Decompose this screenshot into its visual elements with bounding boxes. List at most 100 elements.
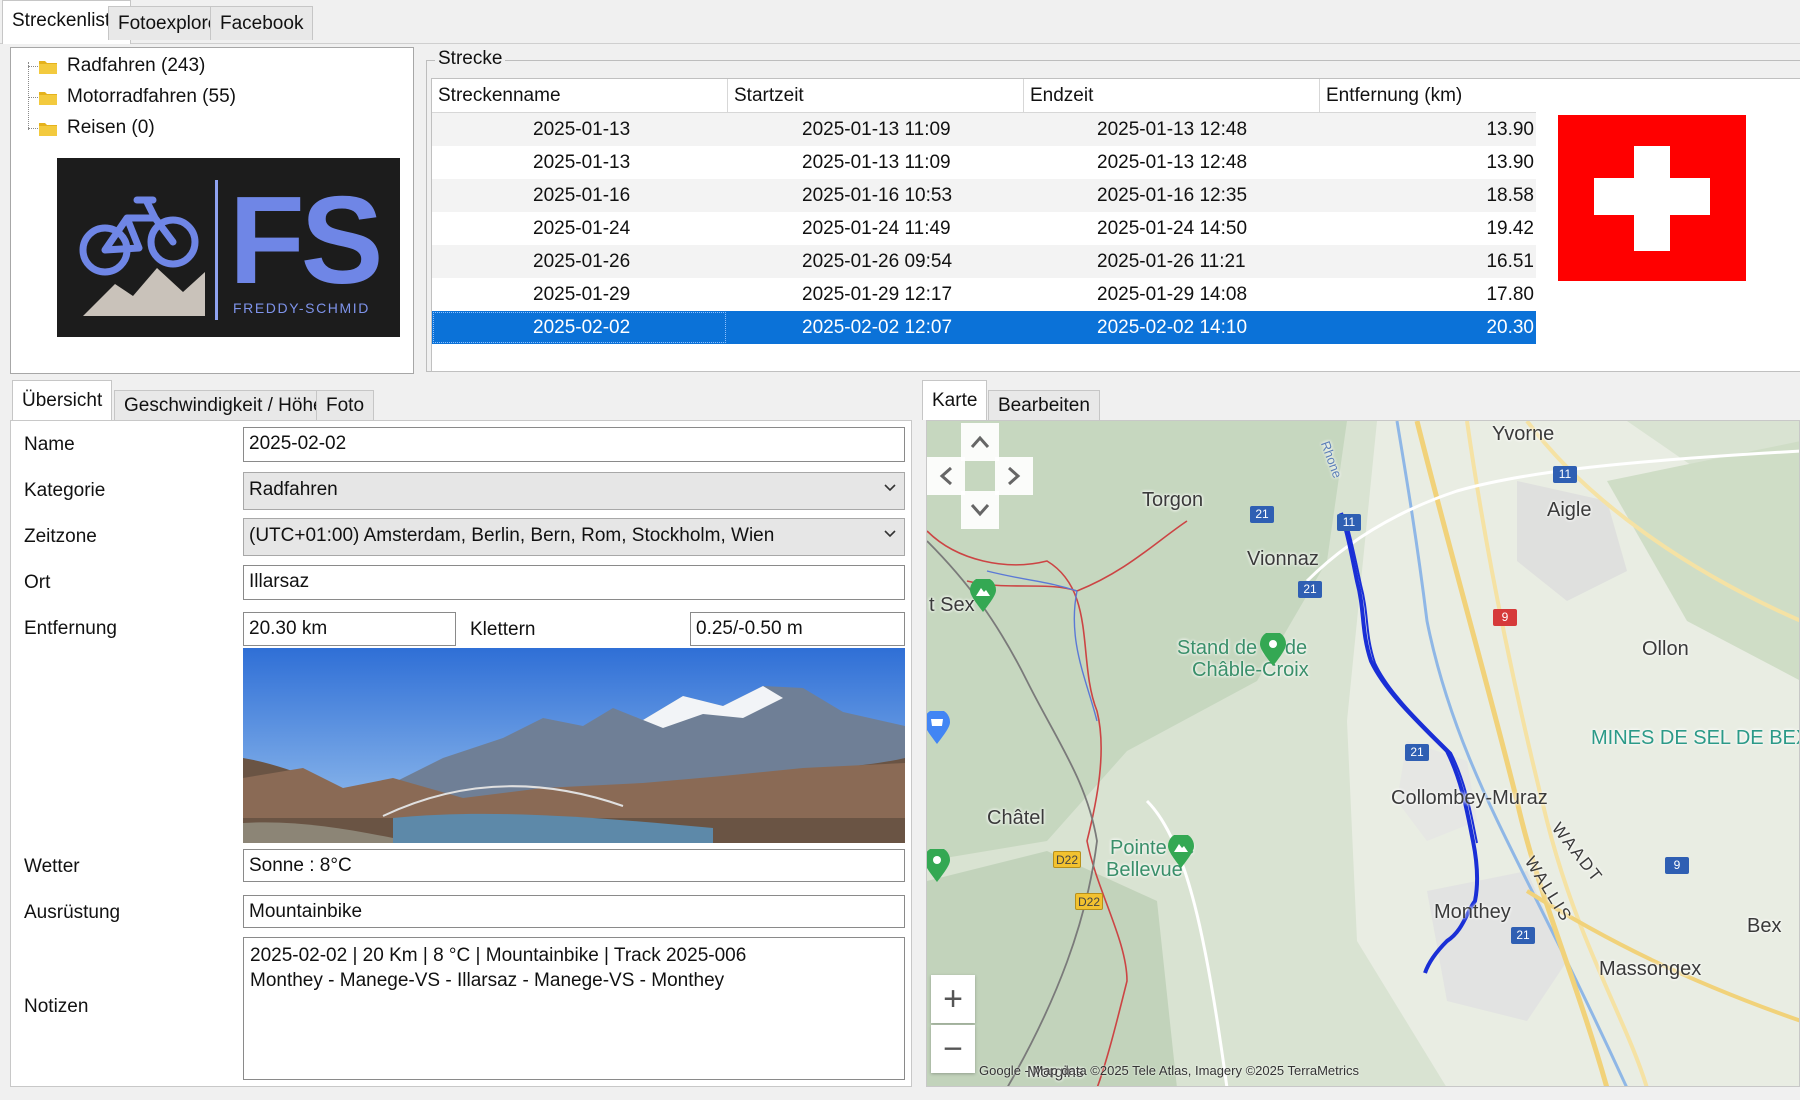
pan-down-button[interactable]: [961, 491, 999, 529]
track-photo[interactable]: [243, 648, 905, 843]
chevron-down-icon: [884, 530, 896, 538]
zeitzone-select[interactable]: (UTC+01:00) Amsterdam, Berlin, Bern, Rom…: [243, 518, 905, 556]
map-label: Aigle: [1547, 499, 1592, 521]
route-map[interactable]: Yvorne Aigle Torgon Vionnaz t Sex Stand …: [926, 420, 1800, 1087]
map-label: Yvorne: [1492, 423, 1555, 445]
map-label: t Sex: [929, 594, 975, 616]
cell-streckenname: 2025-02-02: [533, 317, 631, 338]
table-row[interactable]: 2025-01-29 2025-01-29 12:17 2025-01-29 1…: [432, 278, 1536, 311]
tree-item-label: Motorradfahren (55): [67, 86, 236, 107]
cell-streckenname: 2025-01-13: [533, 119, 631, 140]
tab-karte[interactable]: Karte: [922, 380, 988, 420]
plus-icon: +: [943, 979, 963, 1018]
tree-item-reisen[interactable]: Reisen (0): [38, 115, 155, 141]
klettern-field[interactable]: 0.25/-0.50 m: [690, 612, 905, 646]
tab-facebook[interactable]: Facebook: [210, 6, 314, 40]
cell-endzeit: 2025-01-13 12:48: [1097, 152, 1248, 173]
tab-foto[interactable]: Foto: [316, 390, 375, 420]
table-row[interactable]: 2025-01-24 2025-01-24 11:49 2025-01-24 1…: [432, 212, 1536, 245]
logo-divider: [215, 180, 218, 320]
column-header-streckenname[interactable]: Streckenname: [432, 79, 728, 113]
freddy-schmid-logo: FS FREDDY-SCHMID: [57, 158, 400, 337]
notizen-textarea[interactable]: 2025-02-02 | 20 Km | 8 °C | Mountainbike…: [243, 937, 905, 1080]
main-tabbar: Streckenliste Fotoexplorer Facebook: [0, 0, 1800, 44]
tree-item-motorradfahren[interactable]: Motorradfahren (55): [38, 84, 236, 110]
pan-right-button[interactable]: [995, 457, 1033, 495]
road-shield: 21: [1405, 744, 1429, 761]
cell-streckenname: 2025-01-24: [533, 218, 631, 239]
cell-entfernung: 18.58: [1486, 185, 1534, 206]
chevron-left-icon: [939, 466, 952, 486]
table-row[interactable]: 2025-01-13 2025-01-13 11:09 2025-01-13 1…: [432, 146, 1536, 179]
zeitzone-value: (UTC+01:00) Amsterdam, Berlin, Bern, Rom…: [249, 525, 775, 546]
folder-icon: [38, 56, 58, 76]
map-label: Châble-Croix: [1192, 659, 1309, 681]
map-label: Monthey: [1434, 901, 1511, 923]
zoom-in-button[interactable]: +: [931, 975, 975, 1023]
map-label: Bex: [1747, 915, 1782, 937]
cell-startzeit: 2025-01-13 11:09: [802, 152, 951, 173]
column-header-endzeit[interactable]: Endzeit: [1024, 79, 1320, 113]
label-ausruestung: Ausrüstung: [24, 902, 121, 923]
wetter-field[interactable]: Sonne : 8°C: [243, 849, 905, 882]
tab-uebersicht[interactable]: Übersicht: [12, 380, 113, 420]
shopping-marker-icon: [927, 711, 950, 744]
pan-up-button[interactable]: [961, 423, 999, 461]
table-row[interactable]: 2025-01-26 2025-01-26 09:54 2025-01-26 1…: [432, 245, 1536, 278]
entfernung-field[interactable]: 20.30 km: [243, 612, 456, 646]
cell-startzeit: 2025-01-29 12:17: [802, 284, 953, 305]
logo-initials: FS: [229, 172, 383, 310]
table-row-selected[interactable]: 2025-02-02 2025-02-02 12:07 2025-02-02 1…: [432, 311, 1536, 344]
ort-field[interactable]: Illarsaz: [243, 565, 905, 600]
cell-endzeit: 2025-01-24 14:50: [1097, 218, 1248, 239]
cell-entfernung: 20.30: [1486, 317, 1534, 338]
name-field[interactable]: 2025-02-02: [243, 427, 905, 462]
pan-left-button[interactable]: [927, 457, 965, 495]
detail-tabbar: Übersicht Geschwindigkeit / Höhe Foto: [10, 380, 912, 420]
cell-startzeit: 2025-02-02 12:07: [802, 317, 953, 338]
road-shield: 21: [1298, 581, 1322, 598]
tab-geschwindigkeit-hoehe[interactable]: Geschwindigkeit / Höhe: [114, 390, 334, 420]
cell-entfernung: 17.80: [1486, 284, 1534, 305]
zoom-out-button[interactable]: −: [931, 1025, 975, 1073]
column-header-startzeit[interactable]: Startzeit: [728, 79, 1024, 113]
cell-startzeit: 2025-01-24 11:49: [802, 218, 951, 239]
chevron-down-icon: [884, 484, 896, 492]
map-label: Châtel: [987, 807, 1045, 829]
table-row[interactable]: 2025-01-16 2025-01-16 10:53 2025-01-16 1…: [432, 179, 1536, 212]
cell-entfernung: 13.90: [1486, 119, 1534, 140]
road-shield: 11: [1553, 466, 1577, 483]
kategorie-value: Radfahren: [249, 479, 338, 500]
tree-item-label: Radfahren (243): [67, 55, 206, 76]
cell-endzeit: 2025-01-13 12:48: [1097, 119, 1248, 140]
bicycle-icon: [79, 196, 205, 316]
strecke-group-title: Strecke: [435, 48, 506, 70]
map-label: MINES DE SEL DE BEX: [1591, 727, 1800, 749]
tree-item-label: Reisen (0): [67, 117, 155, 138]
label-entfernung: Entfernung: [24, 618, 117, 639]
label-zeitzone: Zeitzone: [24, 526, 97, 547]
table-row[interactable]: 2025-01-13 2025-01-13 11:09 2025-01-13 1…: [432, 113, 1536, 146]
folder-icon: [38, 87, 58, 107]
label-kategorie: Kategorie: [24, 480, 106, 501]
column-header-entfernung[interactable]: Entfernung (km): [1320, 79, 1536, 113]
cell-endzeit: 2025-01-26 11:21: [1097, 251, 1246, 272]
cell-startzeit: 2025-01-26 09:54: [802, 251, 953, 272]
notes-line: Monthey - Manege-VS - Illarsaz - Manege-…: [250, 970, 725, 991]
label-klettern: Klettern: [470, 619, 536, 640]
chevron-up-icon: [970, 435, 990, 448]
landscape-photo: [243, 648, 905, 843]
kategorie-select[interactable]: Radfahren: [243, 472, 905, 510]
cell-streckenname: 2025-01-16: [533, 185, 631, 206]
road-shield: 9: [1665, 857, 1689, 874]
tree-item-radfahren[interactable]: Radfahren (243): [38, 53, 205, 79]
minus-icon: −: [943, 1029, 963, 1068]
cell-endzeit: 2025-01-29 14:08: [1097, 284, 1248, 305]
map-label: Torgon: [1142, 489, 1204, 511]
folder-icon: [38, 118, 58, 138]
road-shield: 9: [1493, 609, 1517, 626]
tab-bearbeiten[interactable]: Bearbeiten: [988, 390, 1100, 420]
cell-streckenname: 2025-01-29: [533, 284, 631, 305]
ausruestung-field[interactable]: Mountainbike: [243, 895, 905, 928]
cell-endzeit: 2025-01-16 12:35: [1097, 185, 1248, 206]
